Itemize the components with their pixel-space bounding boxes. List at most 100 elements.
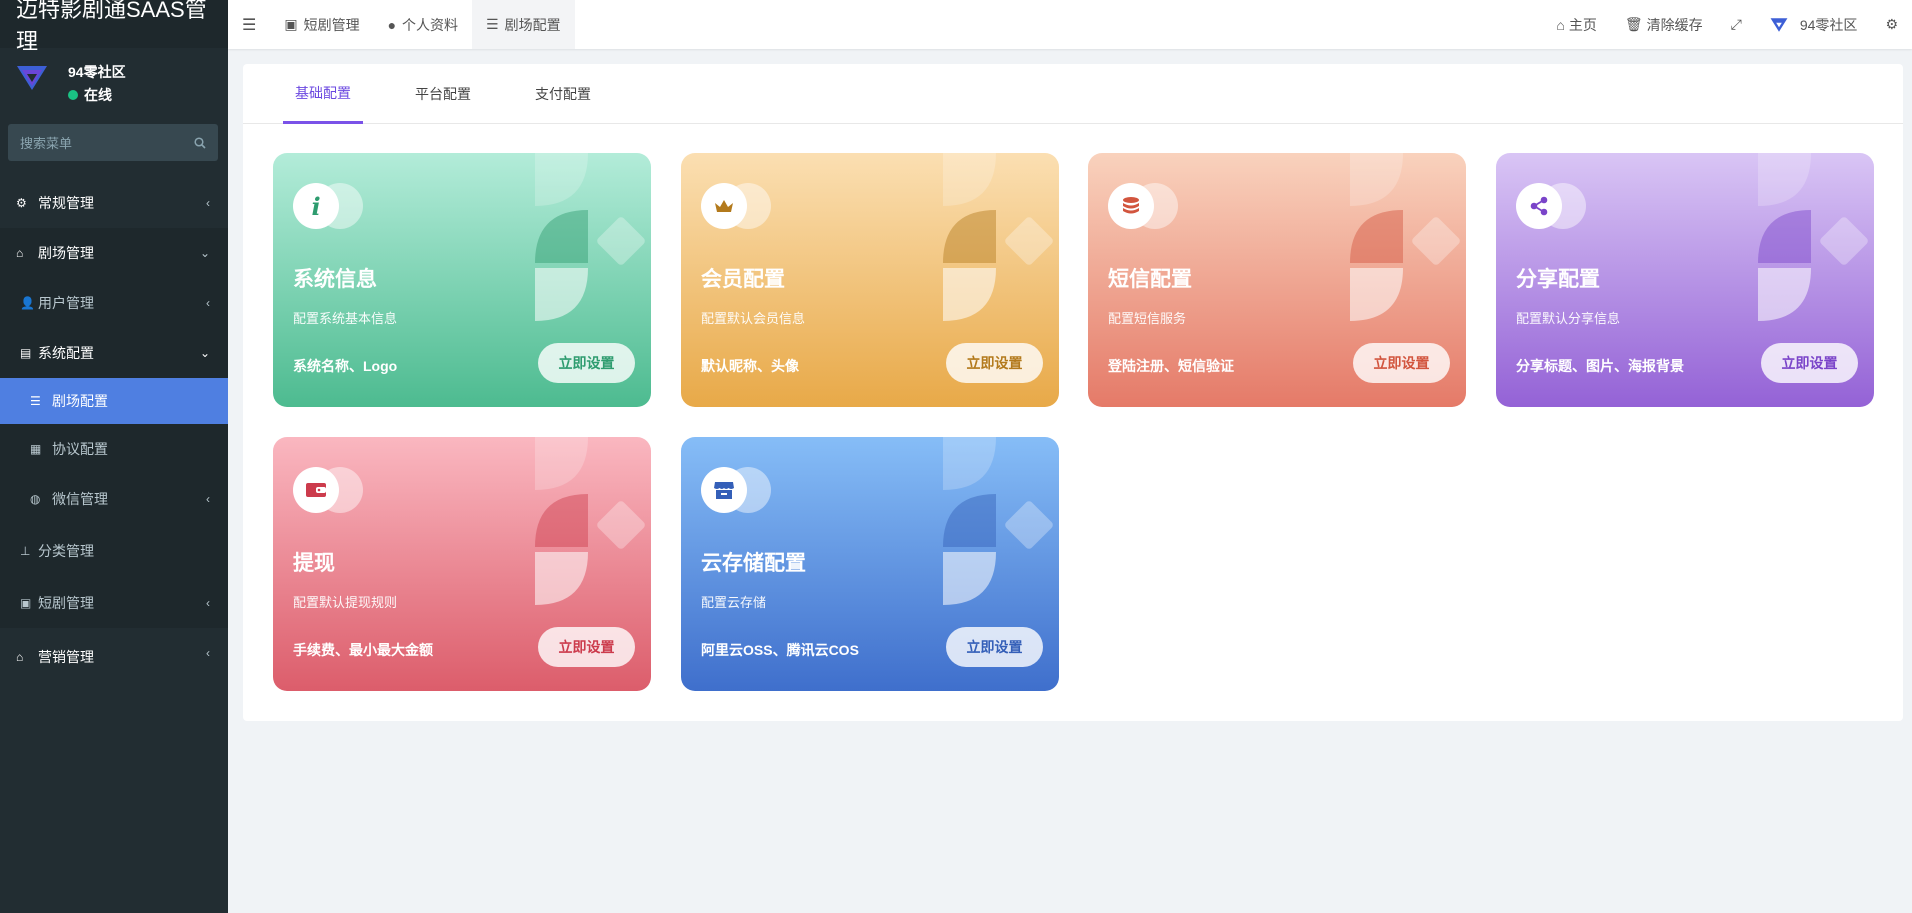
- avatar: [1770, 17, 1788, 32]
- tab-platform-config[interactable]: 平台配置: [415, 64, 471, 124]
- tab-theater-config[interactable]: ☰ 剧场配置: [472, 0, 575, 49]
- sidebar-item-marketing[interactable]: ⌂ 营销管理 ‹: [0, 628, 228, 686]
- topbar-actions: ⌂ 主页 🗑 清除缓存 ⤢ 94零社区 ⚙: [1542, 0, 1912, 49]
- chevron-left-icon: ‹: [206, 492, 210, 506]
- file-icon: ▤: [20, 346, 32, 360]
- agreement-icon: ▦: [30, 442, 42, 456]
- user-name: 94零社区: [68, 64, 126, 80]
- config-card: i 系统信息 配置系统基本信息 系统名称、Logo 立即设置: [273, 153, 651, 407]
- status-text: 在线: [84, 87, 112, 103]
- trash-icon: 🗑: [1624, 16, 1643, 32]
- sidebar-item-label: 剧场配置: [52, 393, 108, 409]
- tab-label: 短剧管理: [303, 16, 360, 33]
- database-icon: [1108, 183, 1154, 229]
- card-desc: 配置系统基本信息: [293, 311, 398, 326]
- sidebar-item-agreement[interactable]: ▦ 协议配置: [0, 424, 228, 474]
- card-features: 默认昵称、头像: [701, 358, 799, 374]
- card-features: 分享标题、图片、海报背景: [1516, 358, 1684, 374]
- tab-payment-config[interactable]: 支付配置: [535, 64, 591, 124]
- tab-basic-config[interactable]: 基础配置: [283, 64, 363, 124]
- fullscreen-button[interactable]: ⤢: [1717, 0, 1756, 49]
- home-link[interactable]: ⌂ 主页: [1542, 0, 1610, 49]
- sidebar-item-shortdrama[interactable]: ▣ 短剧管理 ‹: [0, 578, 228, 628]
- expand-icon[interactable]: ⤢: [1731, 16, 1742, 33]
- search-icon[interactable]: [194, 136, 206, 149]
- setup-button[interactable]: 立即设置: [946, 343, 1043, 383]
- settings-button[interactable]: ⚙: [1871, 0, 1912, 49]
- card-desc: 配置短信服务: [1108, 311, 1187, 326]
- card-title: 系统信息: [293, 268, 377, 291]
- tab-shortdrama[interactable]: ▣ 短剧管理: [270, 0, 373, 49]
- sidebar-item-users[interactable]: 👤 用户管理 ‹: [0, 278, 228, 328]
- decorative-shapes: [943, 437, 1053, 605]
- setup-button[interactable]: 立即设置: [1353, 343, 1450, 383]
- menu-toggle[interactable]: ☰: [228, 0, 270, 49]
- card-title: 短信配置: [1108, 268, 1192, 291]
- chevron-left-icon: ‹: [206, 196, 210, 210]
- clear-cache-button[interactable]: 🗑 清除缓存: [1611, 0, 1717, 49]
- tab-label: 个人资料: [402, 16, 459, 33]
- config-tabs: 基础配置 平台配置 支付配置: [243, 64, 1903, 124]
- crown-icon: [701, 183, 747, 229]
- user-icon: ●: [387, 16, 397, 33]
- setup-button[interactable]: 立即设置: [1761, 343, 1858, 383]
- sidebar-item-category[interactable]: ⊥ 分类管理: [0, 524, 228, 578]
- user-menu-label: 94零社区: [1799, 16, 1858, 33]
- sidebar-item-general[interactable]: ⚙ 常规管理 ‹: [0, 178, 228, 228]
- decorative-shapes: [1758, 153, 1868, 321]
- sidebar-item-theater-config[interactable]: ☰ 剧场配置: [0, 378, 228, 424]
- shopping-bag-icon: ▣: [284, 16, 298, 32]
- sidebar-item-system-config[interactable]: ▤ 系统配置 ⌄: [0, 328, 228, 378]
- home-label: 主页: [1568, 16, 1597, 33]
- setup-button[interactable]: 立即设置: [538, 627, 635, 667]
- app-title: 迈特影剧通SAAS管理: [0, 0, 228, 54]
- sidebar-item-label: 短剧管理: [38, 595, 94, 611]
- user-panel: 94零社区 在线: [0, 48, 228, 120]
- sidebar: 迈特影剧通SAAS管理 94零社区 在线 搜索菜单 ⚙ 常规管理 ‹ ⌂ 剧场管理 ⌄ …: [0, 0, 228, 913]
- sidebar-item-wechat[interactable]: ◍ 微信管理 ‹: [0, 474, 228, 524]
- share-icon: [1516, 183, 1562, 229]
- logo-icon: [17, 66, 47, 90]
- config-card: 会员配置 配置默认会员信息 默认昵称、头像 立即设置: [681, 153, 1059, 407]
- setup-button[interactable]: 立即设置: [538, 343, 635, 383]
- card-title: 会员配置: [701, 268, 785, 291]
- card-title: 云存储配置: [701, 552, 806, 575]
- sliders-icon: ☰: [30, 394, 41, 408]
- card-features: 阿里云OSS、腾讯云COS: [701, 642, 859, 658]
- card-desc: 配置默认会员信息: [701, 311, 806, 326]
- sidebar-item-label: 用户管理: [38, 295, 94, 311]
- card-desc: 配置默认提现规则: [293, 595, 398, 610]
- user-menu[interactable]: 94零社区: [1756, 0, 1872, 49]
- cogs-icon[interactable]: ⚙: [1885, 16, 1898, 33]
- sidebar-item-label: 营销管理: [38, 649, 94, 665]
- wallet-icon: [293, 467, 339, 513]
- search-input[interactable]: 搜索菜单: [8, 124, 218, 161]
- decorative-shapes: [535, 437, 645, 605]
- home-icon: ⌂: [16, 246, 24, 260]
- user-status: 在线: [68, 85, 112, 105]
- wechat-icon: ◍: [30, 492, 41, 506]
- storefront-icon: [701, 467, 747, 513]
- card-features: 手续费、最小最大金额: [293, 642, 433, 658]
- sitemap-icon: ⊥: [20, 544, 31, 558]
- user-icon: 👤: [20, 296, 35, 310]
- home-icon: ⌂: [16, 650, 24, 664]
- decorative-shapes: [1350, 153, 1460, 321]
- info-icon: i: [293, 183, 339, 229]
- search-placeholder: 搜索菜单: [20, 136, 73, 151]
- sliders-icon: ☰: [486, 16, 499, 32]
- config-card: 提现 配置默认提现规则 手续费、最小最大金额 立即设置: [273, 437, 651, 691]
- config-card: 短信配置 配置短信服务 登陆注册、短信验证 立即设置: [1088, 153, 1466, 407]
- shopping-bag-icon: ▣: [20, 596, 32, 610]
- chevron-down-icon: ⌄: [199, 246, 210, 260]
- sidebar-item-theater[interactable]: ⌂ 剧场管理 ⌄: [0, 228, 228, 278]
- tab-profile[interactable]: ● 个人资料: [374, 0, 472, 49]
- sidebar-item-label: 系统配置: [38, 345, 94, 361]
- clear-cache-label: 清除缓存: [1646, 16, 1703, 33]
- sidebar-item-label: 分类管理: [38, 543, 94, 559]
- hamburger-icon[interactable]: ☰: [242, 15, 256, 35]
- online-dot: [68, 90, 78, 100]
- sidebar-item-label: 微信管理: [52, 491, 108, 507]
- sidebar-item-label: 剧场管理: [38, 245, 94, 261]
- setup-button[interactable]: 立即设置: [946, 627, 1043, 667]
